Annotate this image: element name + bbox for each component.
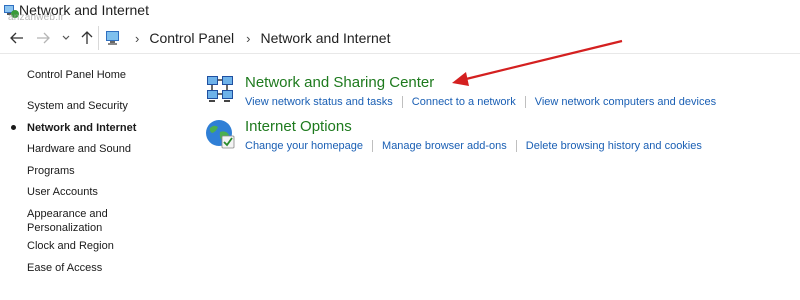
sidebar-item-ease-of-access[interactable]: Ease of Access [27,261,102,275]
up-button[interactable] [78,28,96,48]
breadcrumb-control-panel[interactable]: Control Panel [149,30,234,46]
network-sharing-icon [207,76,233,102]
sidebar-item-appearance-and-personalization[interactable]: Appearance and Personalization [27,207,108,235]
internet-options-link[interactable]: Internet Options [245,118,352,135]
link-divider [515,140,517,152]
sidebar-item-user-accounts[interactable]: User Accounts [27,185,98,199]
connect-to-network-link[interactable]: Connect to a network [412,96,516,108]
chevron-down-icon [62,35,70,40]
view-network-status-link[interactable]: View network status and tasks [245,96,393,108]
sidebar-item-network-and-internet[interactable]: Network and Internet [27,121,136,135]
sidebar-item-control-panel-home[interactable]: Control Panel Home [27,68,126,82]
internet-options-task-links: Change your homepage Manage browser add-… [245,140,702,152]
arrow-up-icon [81,31,93,44]
back-button[interactable] [8,28,26,48]
breadcrumb-separator: › [135,30,140,46]
address-bar[interactable]: › Control Panel › Network and Internet [98,26,800,50]
breadcrumb-network-and-internet[interactable]: Network and Internet [261,30,391,46]
sidebar-item-label: Appearance and [27,208,108,220]
internet-options-icon [206,120,235,149]
sidebar-item-hardware-and-sound[interactable]: Hardware and Sound [27,142,131,156]
navigation-bar: › Control Panel › Network and Internet [0,22,800,54]
network-and-sharing-center-link[interactable]: Network and Sharing Center [245,74,434,91]
sidebar-item-system-and-security[interactable]: System and Security [27,99,128,113]
link-divider [372,140,374,152]
breadcrumb-separator: › [246,30,251,46]
view-network-computers-link[interactable]: View network computers and devices [535,96,716,108]
arrow-right-icon [37,32,50,44]
delete-browsing-history-link[interactable]: Delete browsing history and cookies [526,140,702,152]
change-homepage-link[interactable]: Change your homepage [245,140,363,152]
link-divider [401,96,403,108]
manage-browser-addons-link[interactable]: Manage browser add-ons [382,140,507,152]
sidebar-item-programs[interactable]: Programs [27,164,75,178]
active-bullet [11,125,16,130]
link-divider [524,96,526,108]
network-task-links: View network status and tasks Connect to… [245,96,716,108]
forward-button[interactable] [34,28,52,48]
sidebar-item-clock-and-region[interactable]: Clock and Region [27,239,114,253]
title-bar: Network and Internet anzahweb.ir [0,0,800,23]
arrow-left-icon [10,32,23,44]
recent-locations-button[interactable] [60,28,72,48]
control-panel-icon [106,31,119,45]
sidebar: Control Panel Home System and Security N… [0,54,180,300]
sidebar-item-label: Personalization [27,222,103,234]
